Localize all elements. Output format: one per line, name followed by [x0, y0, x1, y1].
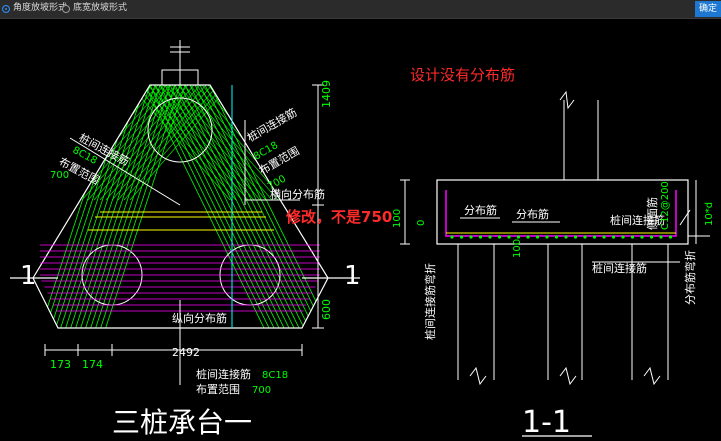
label-side-spec: C12@200: [660, 181, 671, 230]
option-bottom-width-slope-label: 底宽放坡形式: [73, 3, 128, 13]
label-10d: 10*d: [704, 202, 715, 226]
rebar-dot: [497, 235, 502, 239]
cad-drawing-area[interactable]: 1409 600 173 174 2492 桩间连接筋 8C18 布置范围 70…: [0, 18, 721, 440]
label-vertical-dist: 纵向分布筋: [172, 311, 227, 325]
rebar-dot: [621, 235, 625, 239]
option-angle-slope-label: 角度放坡形式: [13, 3, 68, 13]
section-title: 1-1: [522, 405, 571, 437]
rebar-line: [171, 85, 273, 201]
rebar-dot: [592, 235, 597, 239]
rebar-dot: [583, 235, 587, 239]
option-toolbar: 角度放坡形式 底宽放坡形式 确定: [0, 0, 721, 19]
rebar-dot: [554, 235, 559, 239]
rebar-dot: [630, 235, 635, 239]
ok-button[interactable]: 确定: [695, 1, 721, 17]
rebar-dot: [478, 235, 483, 239]
rebar-dot: [602, 235, 606, 239]
label-pile-conn-2: 桩间连接筋: [592, 261, 647, 275]
rebar-dot: [640, 235, 644, 239]
section-dim-0: 0: [416, 220, 427, 226]
dim-600: 600: [320, 299, 333, 320]
section-marker-left: 1: [20, 261, 37, 291]
label-pile-bar-bottom-spec: 8C18: [262, 370, 288, 381]
dim-173: 173: [50, 358, 71, 371]
dim-2492: 2492: [172, 346, 200, 359]
rebar-dot: [611, 235, 616, 239]
section-1-1-view: [400, 90, 710, 437]
rebar-dot: [516, 235, 521, 239]
label-pile-bar-right: 桩间连接筋: [245, 105, 300, 145]
plan-title: 三桩承台一: [112, 406, 252, 437]
radio-unselected-icon[interactable]: [62, 4, 70, 13]
label-pile-bar-bottom: 桩间连接筋: [196, 367, 251, 381]
rebar-dot: [469, 235, 473, 239]
rebar-dot: [526, 235, 530, 239]
annotation-not-750: 修改，不是750: [285, 208, 392, 226]
rebar-dot: [450, 235, 454, 239]
label-range-left-val: 700: [50, 170, 69, 181]
label-side-bar: 侧面筋: [645, 197, 659, 230]
cad-drawing: 1409 600 173 174 2492 桩间连接筋 8C18 布置范围 70…: [10, 40, 715, 440]
rebar-dot: [545, 235, 549, 239]
rebar-dot: [507, 235, 511, 239]
label-dist-1: 分布筋: [464, 203, 497, 217]
label-range-bottom: 布置范围: [196, 382, 240, 396]
rebar-dot: [564, 235, 568, 239]
rebar-dot: [649, 235, 654, 239]
annotation-no-dist-bar: 设计没有分布筋: [410, 66, 515, 84]
option-bottom-width-slope[interactable]: 底宽放坡形式: [62, 3, 127, 14]
section-dim-100: 100: [392, 209, 403, 228]
rebar-dot: [535, 235, 540, 239]
option-angle-slope[interactable]: 角度放坡形式: [2, 3, 67, 14]
rebar-dot: [459, 235, 464, 239]
section-marker-right: 1: [344, 261, 361, 291]
label-dist-2: 分布筋: [516, 207, 549, 221]
label-pile-bend: 桩间连接筋弯折: [423, 263, 437, 340]
label-dist-bend: 分布筋弯折: [683, 250, 697, 305]
rebar-line: [153, 85, 255, 201]
dim-1409: 1409: [320, 80, 333, 108]
section-dim-100b: 100: [512, 239, 523, 258]
rebar-dot: [573, 235, 578, 239]
rebar-dot: [668, 235, 673, 239]
radio-selected-icon[interactable]: [2, 4, 10, 13]
label-horizontal-dist: 横向分布筋: [270, 187, 325, 201]
label-range-bottom-val: 700: [252, 385, 271, 396]
rebar-dot: [488, 235, 492, 239]
rebar-dot: [659, 235, 663, 239]
dim-174: 174: [82, 358, 103, 371]
rebar-line: [111, 85, 213, 201]
rebar-line: [141, 85, 243, 201]
